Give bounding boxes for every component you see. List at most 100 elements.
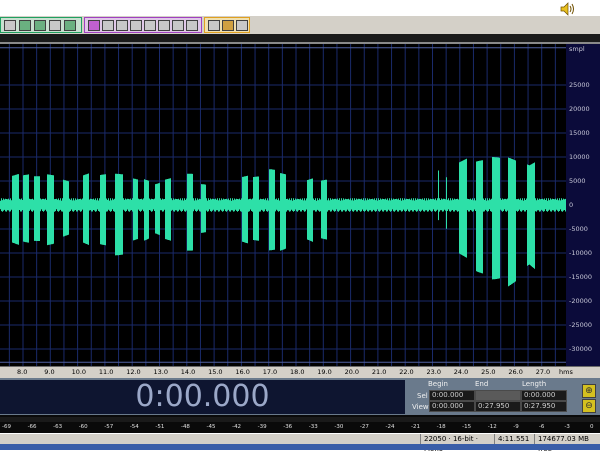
amplitude-tick-label: 10000 — [569, 153, 590, 161]
toolbar-button[interactable] — [116, 20, 128, 31]
level-meter-tick-label: -12 — [487, 424, 497, 430]
amplitude-unit: smpl — [569, 45, 585, 53]
toolbar-button[interactable] — [19, 20, 31, 31]
level-meter-tick-label: -51 — [155, 424, 165, 430]
level-meter-tick-label: -66 — [27, 424, 37, 430]
level-meter-tick-label: -45 — [206, 424, 216, 430]
toolbar-button[interactable] — [186, 20, 198, 31]
status-size: 4:11.551 — [494, 434, 535, 444]
toolbar-button[interactable] — [158, 20, 170, 31]
toolbar-button[interactable] — [130, 20, 142, 31]
level-meter-tick-label: -6 — [538, 424, 545, 430]
time-tick-label: 12.0 — [126, 368, 141, 376]
amplitude-tick-label: 0 — [569, 201, 574, 209]
end-header: End — [475, 380, 489, 388]
level-meter-tick-label: -3 — [564, 424, 570, 430]
time-tick-label: 18.0 — [290, 368, 305, 376]
view-end-field[interactable]: 0:27.950 — [475, 401, 521, 412]
time-unit: hms — [559, 368, 573, 376]
level-meter-tick-label: -36 — [283, 424, 293, 430]
toolbar-group-orange — [204, 17, 250, 33]
amplitude-tick-label: -30000 — [569, 345, 593, 353]
level-meter-tick-label: -18 — [436, 424, 446, 430]
level-meter-tick-label: -27 — [359, 424, 369, 430]
time-tick-label: 19.0 — [317, 368, 332, 376]
toolbar-button[interactable] — [236, 20, 248, 31]
amplitude-tick-label: -15000 — [569, 273, 593, 281]
amplitude-tick-label: -10000 — [569, 249, 593, 257]
time-display: 0:00.000 — [0, 380, 405, 414]
toolbar-button[interactable] — [49, 20, 61, 31]
waveform-display[interactable] — [0, 44, 566, 366]
toolbar-button[interactable] — [64, 20, 76, 31]
amplitude-tick-label: 15000 — [569, 129, 590, 137]
time-tick-label: 11.0 — [98, 368, 114, 376]
level-meter-bar — [0, 417, 600, 422]
level-meter-tick-label: -54 — [129, 424, 139, 430]
level-meter-tick-label: -30 — [334, 424, 344, 430]
taskbar — [0, 444, 600, 450]
amplitude-tick-label: -5000 — [569, 225, 588, 233]
level-meter-tick-label: -48 — [180, 424, 190, 430]
toolbar-button[interactable] — [88, 20, 100, 31]
toolbar — [0, 16, 600, 35]
zoom-out-icon[interactable]: ⊖ — [582, 399, 596, 413]
level-meter-tick-label: -24 — [385, 424, 395, 430]
level-meter-tick-label: -57 — [104, 424, 114, 430]
level-meter-tick-label: -60 — [78, 424, 88, 430]
time-tick-label: 10.0 — [71, 368, 87, 376]
status-free: 174677.03 MB free — [534, 434, 600, 453]
toolbar-button[interactable] — [34, 20, 46, 31]
time-tick-label: 24.0 — [453, 368, 469, 376]
top-strip — [0, 0, 600, 16]
time-tick-label: 15.0 — [208, 368, 223, 376]
time-tick-label: 21.0 — [371, 368, 387, 376]
length-header: Length — [522, 380, 547, 388]
time-tick-label: 27.0 — [535, 368, 551, 376]
toolbar-button[interactable] — [4, 20, 16, 31]
sel-length-field[interactable]: 0:00.000 — [521, 390, 567, 401]
toolbar-button[interactable] — [172, 20, 184, 31]
zoom-in-icon[interactable]: ⊕ — [582, 384, 596, 398]
level-meter-tick-label: -9 — [513, 424, 519, 430]
time-tick-label: 23.0 — [426, 368, 441, 376]
amplitude-tick-label: -25000 — [569, 321, 593, 329]
status-format: 22050 · 16-bit · Mono — [420, 434, 491, 453]
begin-header: Begin — [428, 380, 448, 388]
amplitude-tick-label: -20000 — [569, 297, 593, 305]
toolbar-button[interactable] — [208, 20, 220, 31]
view-begin-field[interactable]: 0:00.000 — [429, 401, 475, 412]
sel-begin-field[interactable]: 0:00.000 — [429, 390, 475, 401]
time-tick-label: 25.0 — [481, 368, 496, 376]
time-tick-label: 13.0 — [153, 368, 168, 376]
toolbar-button[interactable] — [102, 20, 114, 31]
speaker-volume-icon[interactable] — [559, 1, 577, 17]
waveform-svg[interactable] — [0, 44, 566, 366]
sel-label: Sel — [417, 392, 428, 400]
level-meter-tick-label: -15 — [462, 424, 472, 430]
toolbar-group-purple — [84, 17, 202, 33]
time-tick-label: 17.0 — [262, 368, 278, 376]
waveform-trace — [0, 157, 566, 287]
toolbar-button[interactable] — [222, 20, 234, 31]
time-tick-label: 16.0 — [235, 368, 250, 376]
time-tick-label: 20.0 — [344, 368, 360, 376]
amplitude-scale: smpl 25000 20000 15000 10000 5000 0 -5000 -1000… — [566, 44, 600, 366]
toolbar-button[interactable] — [144, 20, 156, 31]
time-tick-label: 9.0 — [44, 368, 55, 376]
overview-band — [0, 34, 600, 42]
level-meter-tick-label: -69 — [2, 424, 11, 430]
amplitude-tick-label: 20000 — [569, 105, 590, 113]
level-meter-tick-label: 0 — [590, 424, 594, 430]
time-tick-label: 22.0 — [399, 368, 414, 376]
amplitude-tick-label: 25000 — [569, 81, 590, 89]
time-tick-label: 8.0 — [17, 368, 28, 376]
level-meter-tick-label: -63 — [53, 424, 63, 430]
sel-end-field[interactable] — [475, 390, 521, 401]
level-meter-tick-label: -21 — [411, 424, 421, 430]
time-tick-label: 14.0 — [180, 368, 196, 376]
level-meter-tick-label: -42 — [232, 424, 242, 430]
view-length-field[interactable]: 0:27.950 — [521, 401, 567, 412]
view-label: View — [412, 403, 429, 411]
amplitude-tick-label: 5000 — [569, 177, 586, 185]
